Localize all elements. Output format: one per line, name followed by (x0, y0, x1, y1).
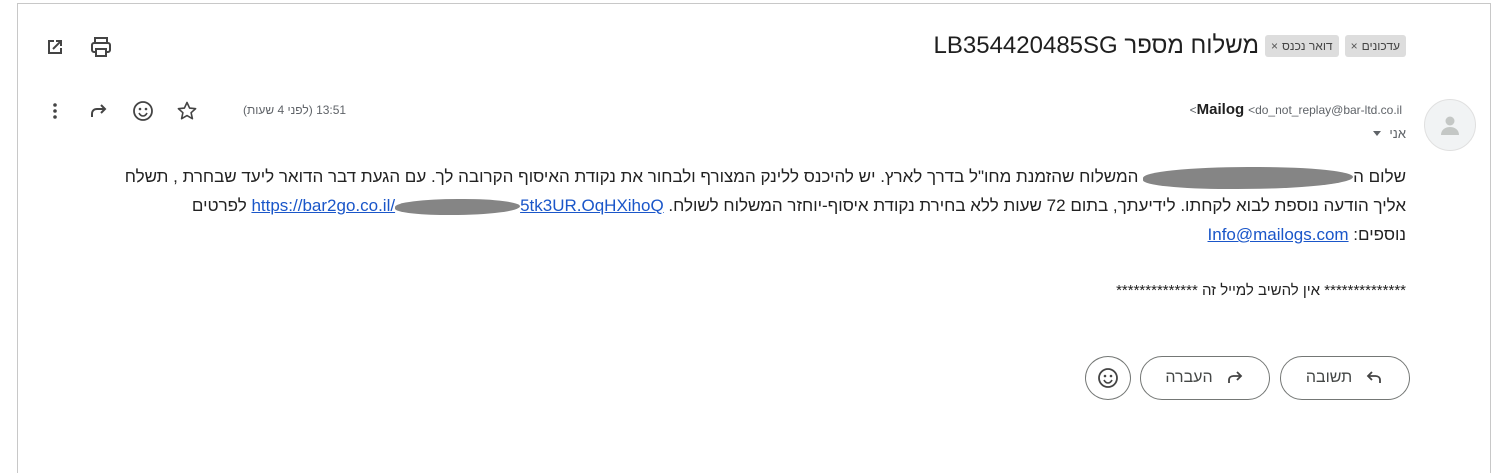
frame-border-right (1490, 3, 1491, 473)
reply-button-label: תשובה (1305, 369, 1353, 386)
forward-button-label: העברה (1165, 369, 1213, 386)
body-line-2: אליך הודעה נוספת לבוא לקחתו. לידיעתך, בת… (191, 196, 1406, 215)
frame-border-top (17, 3, 1491, 4)
frame-border-left (17, 3, 18, 473)
close-icon[interactable]: × (1271, 39, 1278, 53)
thread-toolbar (44, 36, 112, 58)
email-subject: משלוח מספר LB354420485SG (933, 32, 1260, 59)
body-line-1: שלום ה המשלוח שהזמנת מחו"ל בדרך לארץ. יש… (70, 162, 1406, 191)
emoji-icon[interactable] (132, 100, 154, 122)
close-icon[interactable]: × (1351, 39, 1358, 53)
sender-name[interactable]: Mailog (1197, 101, 1245, 118)
email-body: שלום ה המשלוח שהזמנת מחו"ל בדרך לארץ. יש… (70, 162, 1406, 249)
body-line-3: נוספים: Info@mailogs.com (1207, 225, 1406, 244)
message-timestamp: 13:51 (לפני 4 שעות) (243, 103, 347, 117)
person-icon (1441, 116, 1459, 135)
sender-avatar[interactable] (1424, 99, 1476, 151)
emoji-icon (1098, 368, 1118, 388)
forward-button[interactable]: העברה (1140, 356, 1270, 400)
print-icon[interactable] (90, 36, 112, 58)
label-chip-updates[interactable]: עדכונים × (1344, 35, 1406, 57)
subject-row: משלוח מספר LB354420485SG דואר נכנס × עדכ… (920, 28, 1406, 64)
label-chip-text: דואר נכנס (1282, 39, 1333, 53)
reply-button[interactable]: תשובה (1280, 356, 1410, 400)
redaction (1143, 166, 1354, 189)
chevron-down-icon (1373, 131, 1382, 136)
emoji-reaction-button[interactable] (1085, 356, 1131, 400)
open-in-new-icon[interactable] (44, 36, 66, 58)
recipient-dropdown[interactable]: אני (1373, 126, 1406, 141)
forward-icon (1227, 371, 1242, 383)
more-vert-icon[interactable] (44, 100, 66, 122)
reply-icon (1366, 371, 1382, 383)
forward-icon[interactable] (88, 100, 110, 122)
star-icon[interactable] (176, 100, 198, 122)
no-reply-notice: ************** אין להשיב למייל זה ******… (1116, 282, 1406, 299)
recipient-label: אני (1389, 126, 1406, 141)
message-actions (44, 100, 198, 122)
label-chip-text: עדכונים (1361, 39, 1400, 53)
sender-line: Mailog <do_not_replay@bar-ltd.co.il> (1190, 101, 1406, 118)
tracking-link[interactable]: https://bar2go.co.il/5tk3UR.OqHXihoQ (251, 196, 663, 215)
redaction (395, 198, 521, 215)
email-link[interactable]: Info@mailogs.com (1208, 225, 1349, 244)
label-chip-inbox[interactable]: דואר נכנס × (1265, 35, 1339, 57)
